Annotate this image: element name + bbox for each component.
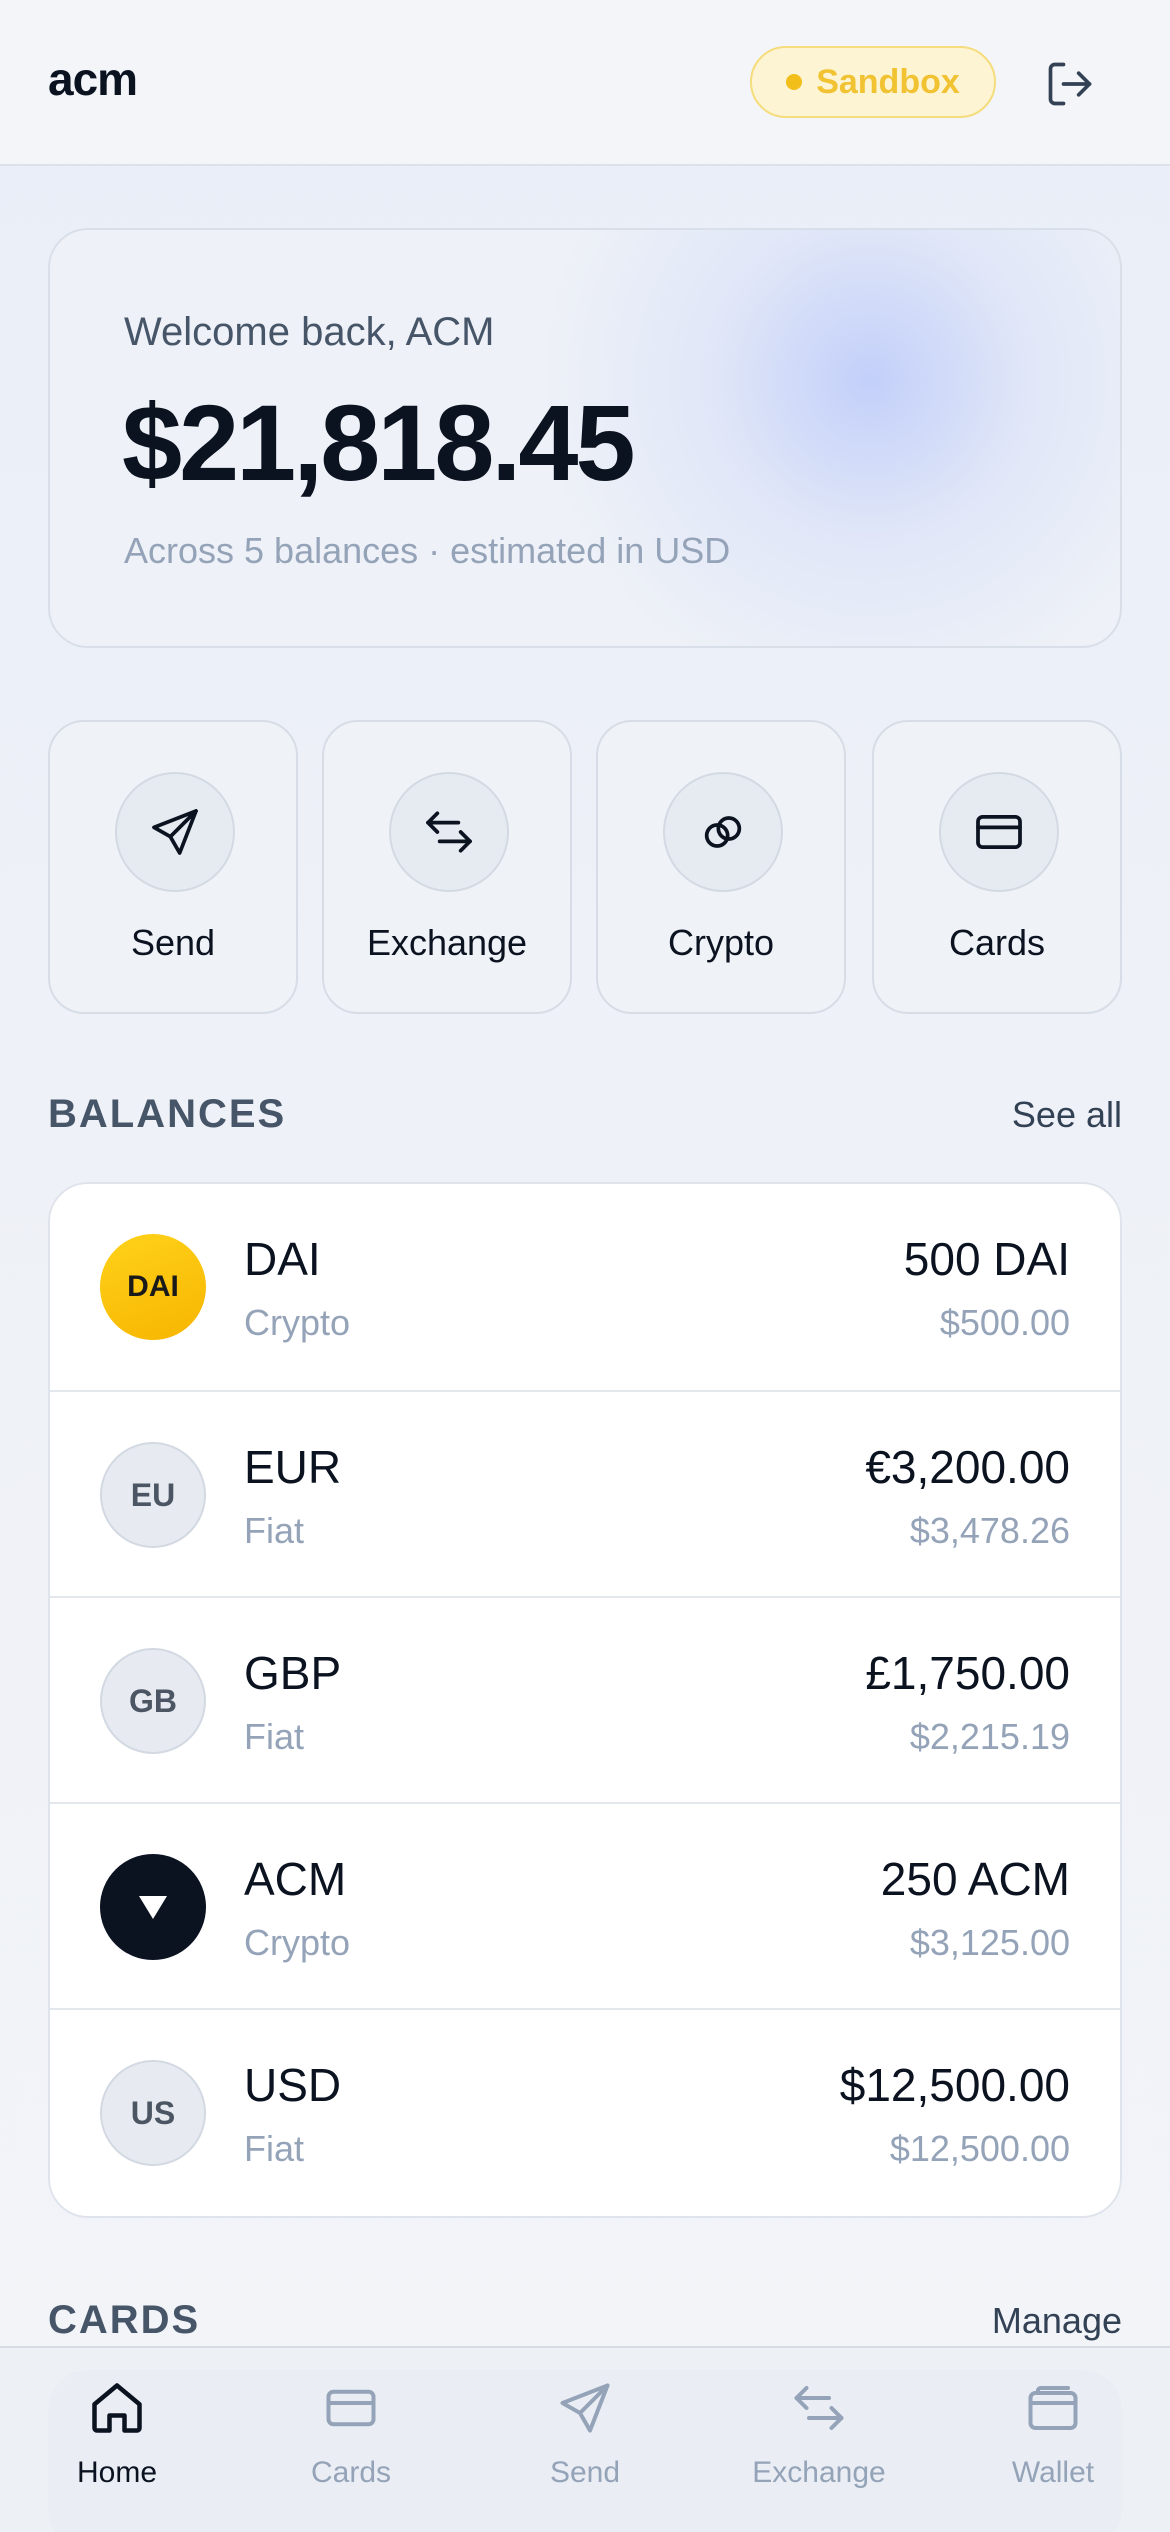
wallet-icon: [1028, 2386, 1078, 2430]
balances-section-title: BALANCES: [48, 1092, 287, 1136]
tab-home-label: Home: [76, 2456, 158, 2489]
send-icon: [152, 809, 198, 855]
exchange-icon: [426, 811, 472, 853]
exchange-icon: [794, 2386, 844, 2430]
balance-type: Crypto: [244, 1302, 351, 1343]
app-logo: acm: [48, 53, 138, 105]
balance-usd-value: $500.00: [939, 1302, 1070, 1343]
balance-amount: 500 DAI: [903, 1233, 1070, 1285]
balance-row-gbp[interactable]: GB GBP Fiat £1,750.00 $2,215.19: [50, 1596, 1120, 1802]
send-icon: [560, 2383, 610, 2433]
tab-send[interactable]: Send: [468, 2348, 702, 2532]
eur-avatar: EU: [100, 1442, 206, 1548]
tab-cards-label: Cards: [310, 2456, 392, 2489]
balance-row-eur[interactable]: EU EUR Fiat €3,200.00 $3,478.26: [50, 1390, 1120, 1596]
balance-usd-value: $3,125.00: [909, 1922, 1070, 1963]
welcome-greeting: Welcome back, ACM: [124, 310, 495, 354]
total-balance: $21,818.45: [122, 382, 636, 503]
action-crypto-button[interactable]: Crypto: [596, 720, 846, 1014]
action-exchange-label: Exchange: [366, 922, 528, 963]
action-cards-button[interactable]: Cards: [872, 720, 1122, 1014]
action-send-label: Send: [130, 922, 216, 963]
balance-name: EUR: [244, 1441, 342, 1493]
action-cards-label: Cards: [948, 922, 1046, 963]
balance-amount: 250 ACM: [880, 1853, 1070, 1905]
balance-amount: £1,750.00: [865, 1647, 1070, 1699]
balance-type: Fiat: [244, 1510, 305, 1551]
action-exchange-button[interactable]: Exchange: [322, 720, 572, 1014]
balance-type: Fiat: [244, 1716, 305, 1757]
total-balance-subtitle: Across 5 balances · estimated in USD: [124, 530, 731, 571]
action-crypto-label: Crypto: [667, 922, 775, 963]
card-icon: [976, 814, 1022, 850]
balances-list: DAI DAI Crypto 500 DAI $500.00 EU EUR Fi…: [48, 1182, 1122, 2218]
bottom-tab-bar: Home Cards Send Exchange Wallet: [0, 2346, 1170, 2532]
balance-amount: $12,500.00: [839, 2059, 1070, 2111]
balance-usd-value: $12,500.00: [889, 2128, 1070, 2169]
status-dot-icon: [786, 74, 803, 90]
tab-home[interactable]: Home: [0, 2348, 234, 2532]
cards-section-title: CARDS: [48, 2298, 201, 2342]
tab-wallet-label: Wallet: [1011, 2456, 1095, 2489]
dai-avatar: DAI: [100, 1234, 206, 1340]
tab-send-label: Send: [549, 2456, 621, 2489]
balance-row-usd[interactable]: US USD Fiat $12,500.00 $12,500.00: [50, 2008, 1120, 2214]
quick-actions: Send Exchange Crypto Cards: [48, 720, 1122, 1014]
usd-avatar: US: [100, 2060, 206, 2166]
balance-name: DAI: [244, 1233, 321, 1285]
balance-name: GBP: [244, 1647, 342, 1699]
acm-avatar: [100, 1854, 206, 1960]
manage-cards-link[interactable]: Manage: [992, 2300, 1122, 2342]
tab-cards[interactable]: Cards: [234, 2348, 468, 2532]
link-icon: [704, 816, 742, 848]
balance-usd-value: $3,478.26: [909, 1510, 1070, 1551]
balance-summary-card: Welcome back, ACM $21,818.45 Across 5 ba…: [48, 228, 1122, 648]
tab-exchange[interactable]: Exchange: [702, 2348, 936, 2532]
balance-name: ACM: [244, 1853, 347, 1905]
home-icon: [92, 2383, 142, 2433]
logout-button[interactable]: [1044, 58, 1096, 110]
balance-name: USD: [244, 2059, 342, 2111]
balance-row-dai[interactable]: DAI DAI Crypto 500 DAI $500.00: [50, 1184, 1120, 1390]
logout-icon: [1048, 62, 1092, 106]
see-all-link[interactable]: See all: [1012, 1094, 1122, 1136]
acm-triangle-icon: [139, 1896, 167, 1919]
balance-row-acm[interactable]: ACM Crypto 250 ACM $3,125.00: [50, 1802, 1120, 2008]
balance-type: Fiat: [244, 2128, 305, 2169]
action-send-button[interactable]: Send: [48, 720, 298, 1014]
tab-exchange-label: Exchange: [752, 2456, 886, 2489]
gbp-avatar: GB: [100, 1648, 206, 1754]
balance-type: Crypto: [244, 1922, 351, 1963]
sandbox-badge[interactable]: Sandbox: [750, 46, 996, 118]
card-icon: [326, 2389, 376, 2427]
app-header: acm Sandbox: [0, 0, 1170, 166]
sandbox-label: Sandbox: [816, 62, 960, 101]
balance-usd-value: $2,215.19: [909, 1716, 1070, 1757]
tab-wallet[interactable]: Wallet: [936, 2348, 1170, 2532]
balance-amount: €3,200.00: [865, 1441, 1070, 1493]
